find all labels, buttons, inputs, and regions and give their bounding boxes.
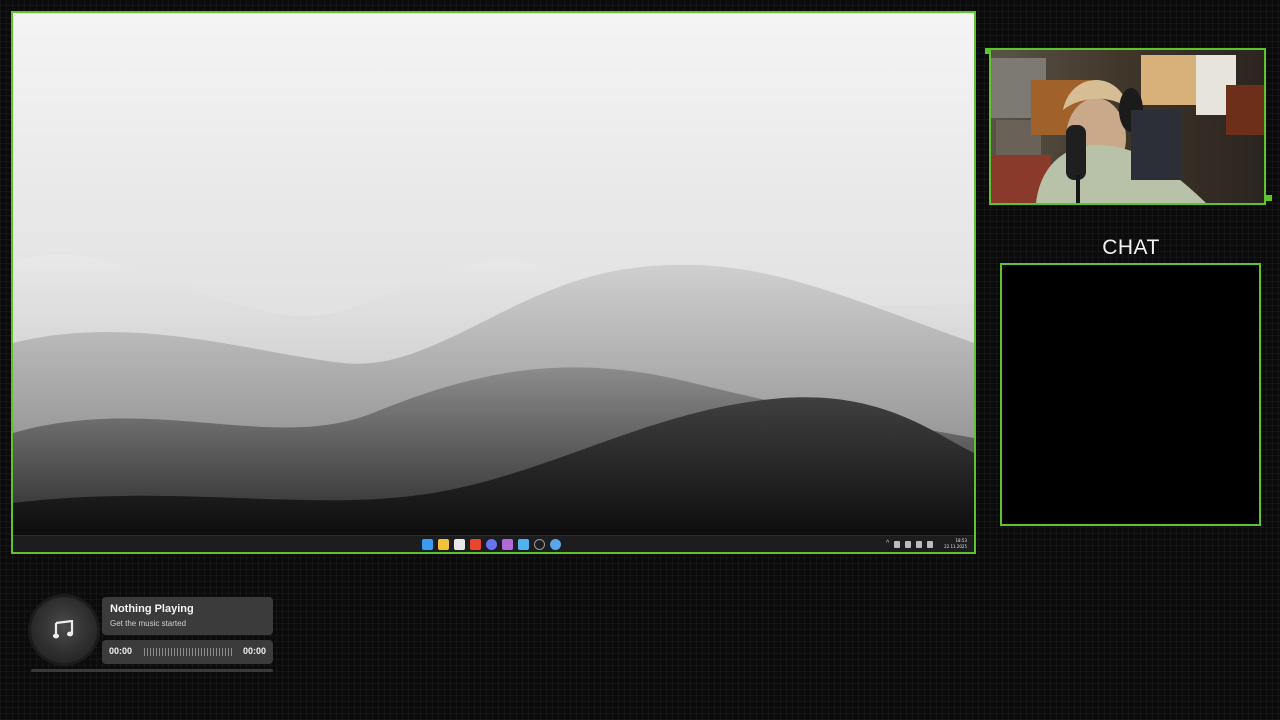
system-tray: ^ — [886, 540, 934, 548]
steam-icon[interactable] — [550, 539, 561, 550]
chevron-up-icon[interactable]: ^ — [886, 540, 889, 548]
now-playing-card: Nothing Playing Get the music started — [102, 597, 273, 635]
desktop-wallpaper — [13, 13, 974, 535]
microphone-icon[interactable] — [905, 540, 912, 548]
notes-app-icon[interactable] — [518, 539, 529, 550]
brave-browser-icon[interactable] — [470, 539, 481, 550]
taskbar-app-icons — [422, 539, 561, 550]
obs-studio-icon[interactable] — [502, 539, 513, 550]
waveform-seekbar[interactable] — [144, 648, 234, 656]
track-subtitle: Get the music started — [110, 619, 187, 628]
clock-app-icon[interactable] — [534, 539, 545, 550]
notepad-icon[interactable] — [454, 539, 465, 550]
file-explorer-icon[interactable] — [438, 539, 449, 550]
screen-capture: ^ 18:53 22.11.2025 — [11, 11, 976, 554]
webcam-corner-left — [985, 48, 991, 54]
track-title: Nothing Playing — [110, 603, 194, 615]
progress-bar[interactable] — [31, 669, 273, 672]
album-art — [31, 597, 97, 663]
webcam-corner-right — [1266, 195, 1272, 201]
music-note-icon — [53, 620, 74, 639]
time-total: 00:00 — [242, 646, 266, 656]
time-current: 00:00 — [109, 646, 133, 656]
chat-title: CHAT — [1102, 236, 1160, 259]
display-icon[interactable] — [916, 540, 923, 548]
playback-timeline: 00:00 00:00 — [102, 640, 273, 664]
webcam-image — [991, 50, 1264, 203]
battery-icon[interactable] — [927, 540, 934, 548]
windows-taskbar: ^ 18:53 22.11.2025 — [13, 535, 974, 552]
discord-icon[interactable] — [486, 539, 497, 550]
chat-panel — [1000, 263, 1261, 526]
clock-date: 22.11.2025 — [944, 544, 967, 549]
webcam-feed — [989, 48, 1266, 205]
taskbar-clock[interactable]: 18:53 22.11.2025 — [944, 538, 967, 550]
start-windows-icon[interactable] — [422, 539, 433, 550]
sync-icon[interactable] — [894, 540, 901, 548]
